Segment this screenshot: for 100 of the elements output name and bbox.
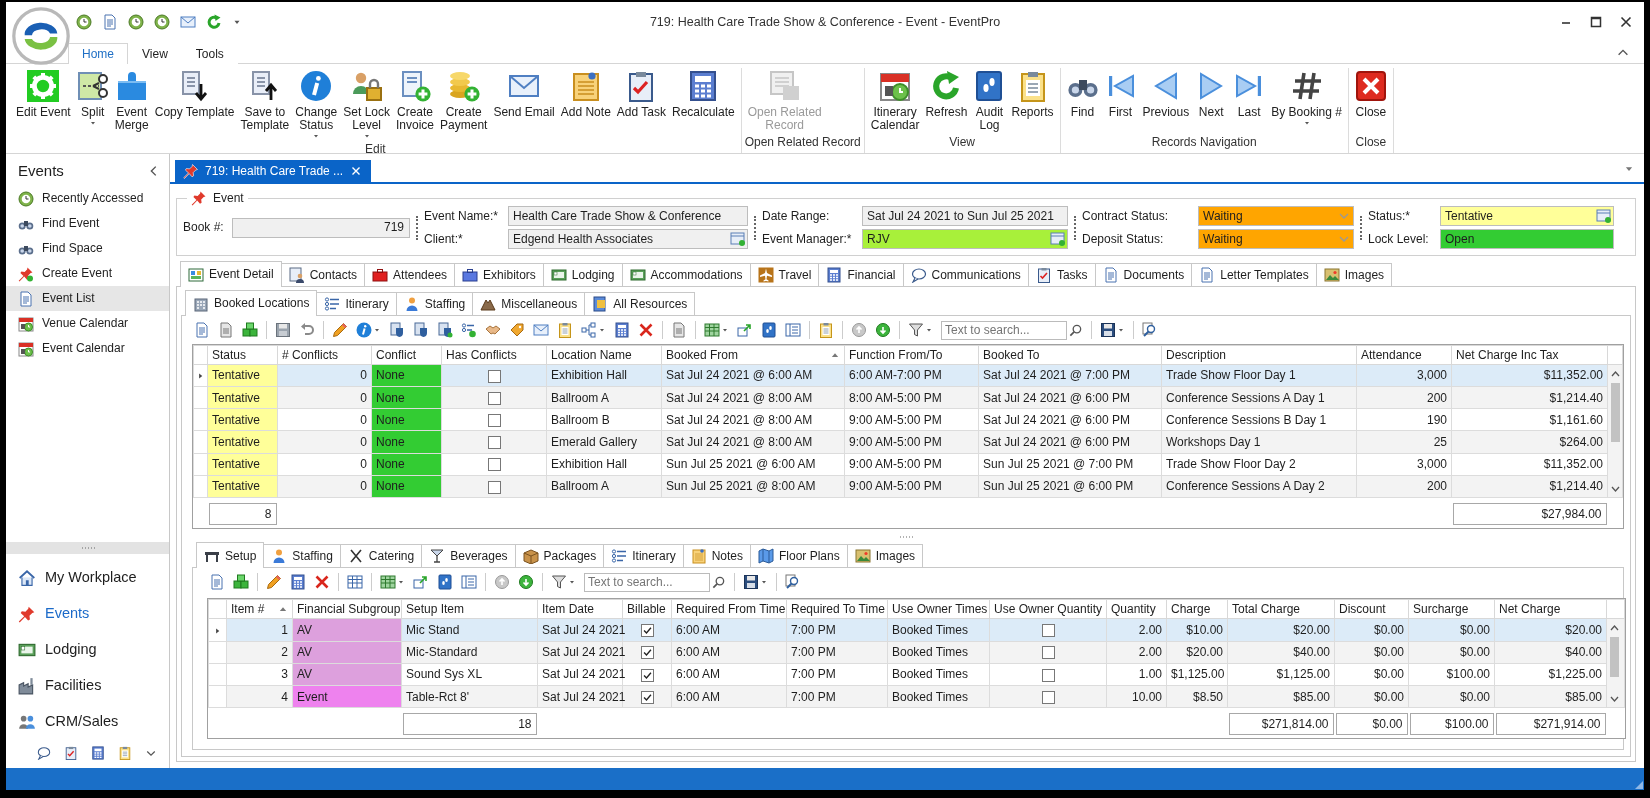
checkbox[interactable] (640, 668, 654, 682)
clipboard-icon[interactable] (818, 322, 834, 338)
table-icon[interactable] (380, 574, 396, 591)
checkbox[interactable] (640, 624, 654, 638)
calculator-icon[interactable] (290, 574, 306, 591)
column-header[interactable]: Booked To (978, 345, 1162, 365)
pencil-icon[interactable] (266, 574, 282, 591)
column-header[interactable]: Required To Time (786, 599, 888, 619)
column-header[interactable]: Setup Item (401, 599, 538, 619)
tab[interactable]: Contacts (280, 263, 366, 286)
column-header[interactable]: Status (207, 345, 278, 365)
ribbon-button[interactable]: Edit Event (13, 68, 74, 142)
number-field[interactable]: 719 (232, 217, 410, 238)
column-header[interactable]: Quantity (1106, 599, 1167, 619)
ribbon-button[interactable]: Find (1063, 68, 1102, 135)
ribbon-button[interactable]: Audit Log (970, 68, 1009, 135)
column-header[interactable]: Item Date (537, 599, 623, 619)
tag-icon[interactable] (509, 322, 525, 338)
checkbox[interactable] (487, 436, 501, 450)
checkbox[interactable] (640, 690, 654, 704)
delete-icon[interactable] (314, 574, 330, 591)
filter-icon[interactable] (908, 322, 924, 338)
lookup-icon[interactable] (1050, 231, 1066, 247)
ribbon-button[interactable]: Last (1230, 68, 1269, 135)
lookup-icon[interactable] (1596, 208, 1612, 224)
sidebar-item[interactable]: Event List (6, 286, 169, 311)
checkbox[interactable] (487, 480, 501, 494)
checklist-icon[interactable] (461, 322, 477, 338)
sidebar-item[interactable]: Create Event (6, 261, 169, 286)
book-icon[interactable] (761, 322, 777, 338)
ribbon-button[interactable]: Close (1351, 68, 1390, 135)
document-icon[interactable] (671, 322, 687, 338)
text-field[interactable]: Health Care Trade Show & Conference (508, 206, 748, 226)
columns-icon[interactable] (785, 322, 801, 338)
document-icon[interactable] (102, 14, 118, 30)
shield-icon[interactable] (389, 322, 405, 338)
navigation-item[interactable]: Events (6, 596, 169, 632)
ribbon-button[interactable]: Refresh (922, 68, 971, 135)
ribbon-button[interactable]: Create Payment (437, 68, 491, 142)
sidebar-item[interactable]: Recently Accessed (6, 186, 169, 211)
checkbox[interactable] (1041, 668, 1055, 682)
checkbox[interactable] (487, 391, 501, 405)
ribbon-button[interactable]: Reports (1008, 68, 1057, 135)
export-icon[interactable] (413, 574, 429, 591)
lookup-icon[interactable] (730, 231, 746, 247)
column-header[interactable]: Billable (622, 599, 672, 619)
lookup-field[interactable]: Edgend Health Associates (508, 229, 748, 249)
navigation-item[interactable]: Lodging (6, 632, 169, 668)
close-icon[interactable] (1618, 14, 1634, 30)
ribbon-button[interactable]: First (1101, 68, 1140, 135)
column-header[interactable]: Surcharge (1408, 599, 1495, 619)
column-header[interactable]: Discount (1334, 599, 1409, 619)
sidebar-item[interactable]: Find Space (6, 236, 169, 261)
column-header[interactable]: Has Conflicts (441, 345, 547, 365)
tab[interactable]: Travel (749, 263, 820, 286)
column-header[interactable]: Use Owner Times (887, 599, 990, 619)
checkbox[interactable] (640, 646, 654, 660)
sidebar-item[interactable]: Event Calendar (6, 336, 169, 361)
tab[interactable]: Letter Templates (1191, 263, 1317, 286)
navigation-item[interactable]: Facilities (6, 668, 169, 704)
checkbox[interactable] (1041, 646, 1055, 660)
text-field[interactable]: Open (1440, 229, 1614, 249)
shield-icon[interactable] (437, 322, 453, 338)
ribbon-tab[interactable]: Home (68, 42, 128, 64)
tab[interactable]: Setup (196, 542, 265, 569)
navigation-item[interactable]: My Workplace (6, 560, 169, 596)
calculator-icon[interactable] (91, 746, 105, 760)
cubes-icon[interactable] (242, 322, 258, 338)
ribbon-button[interactable]: By Booking # (1268, 68, 1345, 135)
tab[interactable]: All Resources (584, 292, 696, 315)
document-icon[interactable] (194, 322, 210, 338)
tab[interactable]: Documents (1094, 263, 1193, 286)
clipboard-icon[interactable] (118, 746, 132, 760)
info-icon[interactable] (356, 322, 372, 338)
tab[interactable]: Booked Locations (185, 290, 318, 316)
checkbox[interactable] (1041, 624, 1055, 638)
document-tab[interactable]: 719: Health Care Trade ... (175, 160, 372, 182)
ribbon-button[interactable]: Save to Template (237, 68, 293, 142)
envelope-icon[interactable] (533, 322, 549, 338)
column-header[interactable]: Total Charge (1227, 599, 1335, 619)
clock-icon[interactable] (154, 14, 170, 30)
envelope-icon[interactable] (180, 14, 196, 30)
checkbox[interactable] (1041, 690, 1055, 704)
undo-icon[interactable] (299, 322, 315, 338)
ribbon-button[interactable]: Next (1192, 68, 1231, 135)
ribbon-button[interactable]: Copy Template (151, 68, 238, 142)
column-header[interactable]: Description (1161, 345, 1357, 365)
document-icon[interactable] (209, 574, 225, 591)
search-field[interactable]: Text to search... (584, 572, 710, 592)
maximize-icon[interactable] (1588, 14, 1604, 30)
column-header[interactable]: Conflict (371, 345, 442, 365)
ribbon-button[interactable]: Event Merge (111, 68, 152, 142)
table-icon[interactable] (704, 322, 720, 338)
column-header[interactable]: Financial Subgroup (292, 599, 402, 619)
shield-icon[interactable] (413, 322, 429, 338)
lookup-field[interactable]: Tentative (1440, 206, 1614, 226)
ribbon-button[interactable]: Split (73, 68, 112, 142)
book-icon[interactable] (437, 574, 453, 591)
ribbon-button[interactable]: Recalculate (668, 68, 738, 142)
caret-icon[interactable] (721, 326, 729, 334)
